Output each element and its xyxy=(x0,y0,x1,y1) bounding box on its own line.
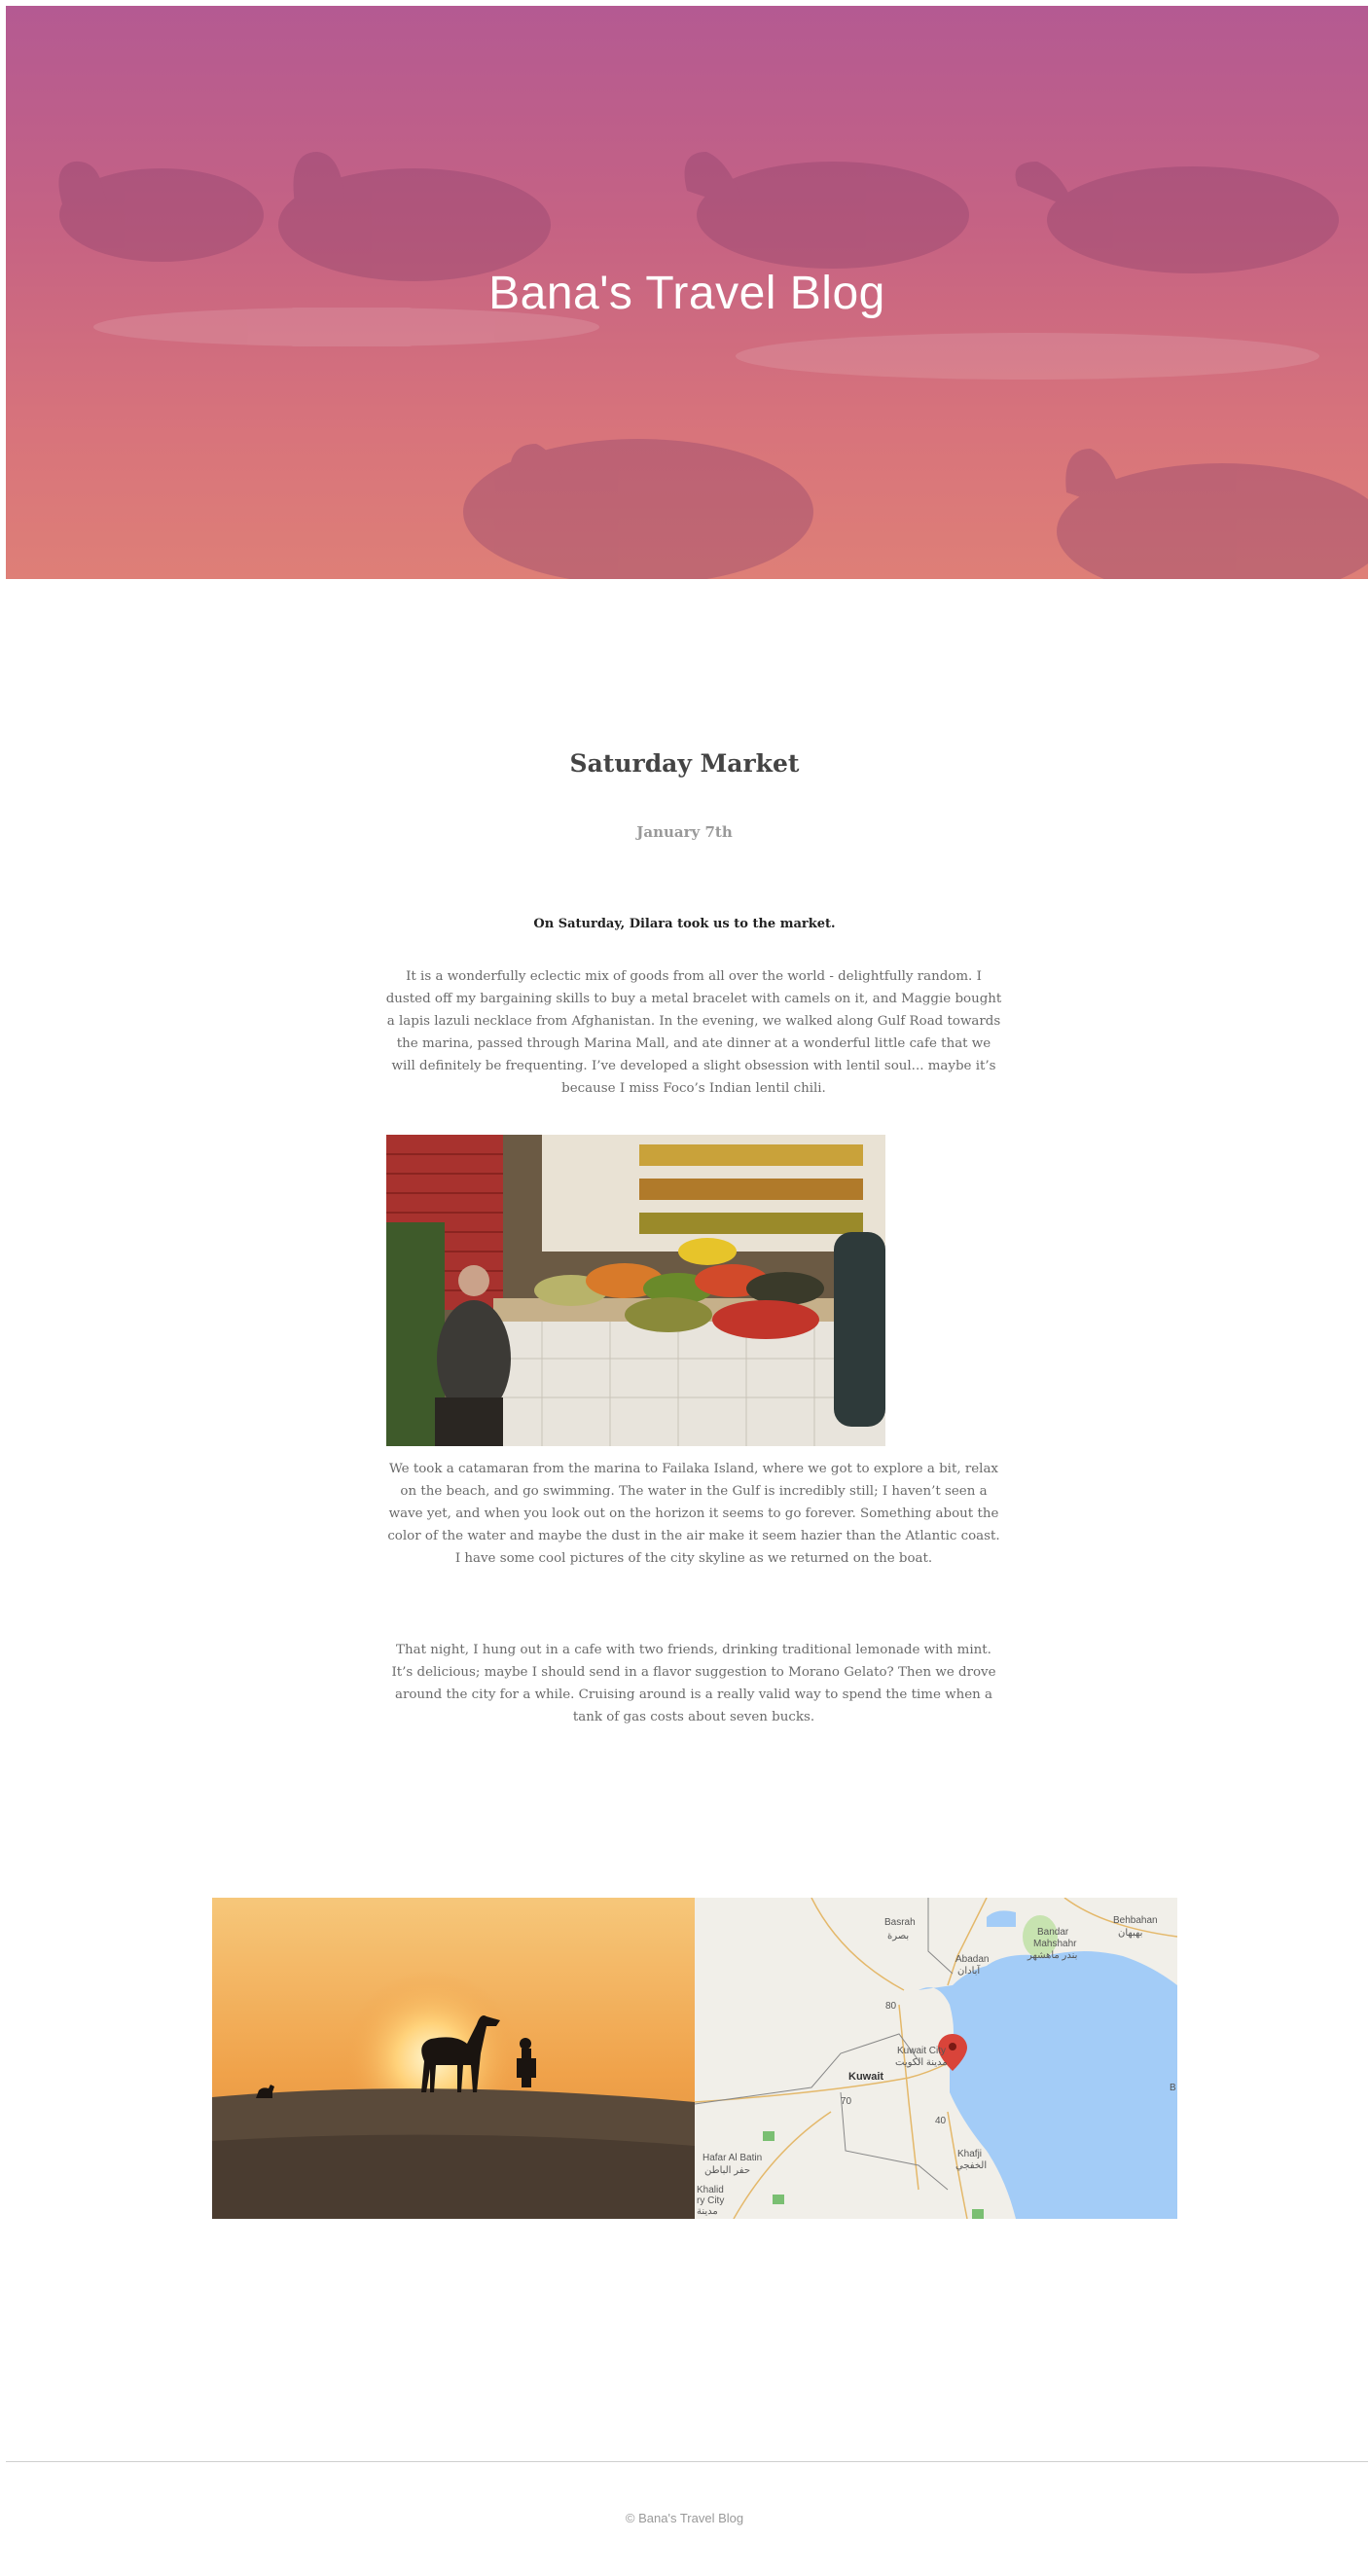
map-label-bandar: Bandar xyxy=(1037,1927,1069,1938)
map-label-khafji: Khafji xyxy=(957,2149,983,2159)
site-title[interactable]: Bana's Travel Blog xyxy=(6,267,1368,320)
map-label-kuwait-city-ar: مدينة الكويت xyxy=(895,2057,948,2068)
post-lead: On Saturday, Dilara took us to the marke… xyxy=(533,917,836,931)
map-label-behbahan-ar: بهبهان xyxy=(1118,1928,1143,1939)
post-paragraph-1: It is a wonderfully eclectic mix of good… xyxy=(385,969,1002,1096)
kuwait-map[interactable]: Basrah بصرة Abadan آبادان Bandar Mahshah… xyxy=(695,1898,1177,2219)
map-label-khalid-ar: مدينة xyxy=(697,2206,718,2217)
map-label-kuwait: Kuwait xyxy=(848,2071,884,2083)
post-title[interactable]: Saturday Market xyxy=(0,749,1369,778)
map-label-basrah-ar: بصرة xyxy=(887,1931,910,1941)
map-label-hafar: Hafar Al Batin xyxy=(703,2153,763,2163)
market-photo xyxy=(386,1135,885,1446)
map-label-basrah: Basrah xyxy=(884,1917,916,1928)
map-label-hafar-ar: حفر الباطن xyxy=(704,2165,750,2176)
map-road-80: 80 xyxy=(885,2001,897,2012)
camel-sunset-photo xyxy=(212,1898,695,2219)
map-label-abadan: Abadan xyxy=(955,1954,990,1965)
map-label-behbahan: Behbahan xyxy=(1113,1915,1158,1926)
map-label-abadan-ar: آبادان xyxy=(957,1966,981,1977)
map-road-40: 40 xyxy=(935,2116,947,2126)
post-paragraph-3: That night, I hung out in a cafe with tw… xyxy=(391,1643,996,1724)
map-label-khafji-ar: الخفجي xyxy=(955,2160,988,2171)
map-label-mahshahr-ar: بندر ماهشهر xyxy=(1027,1950,1078,1961)
post-date: January 7th xyxy=(636,823,733,841)
map-label-kuwait-city: Kuwait City xyxy=(897,2046,947,2056)
map-road-70: 70 xyxy=(841,2096,852,2107)
map-label-edge-b: B xyxy=(1170,2083,1176,2093)
map-label-khalid-city: ry City xyxy=(697,2195,725,2206)
hero-banner: Bana's Travel Blog xyxy=(6,6,1368,579)
map-label-khalid: Khalid xyxy=(697,2185,724,2195)
footer-copyright: © Bana's Travel Blog xyxy=(625,2511,744,2525)
map-label-mahshahr: Mahshahr xyxy=(1033,1939,1077,1949)
footer-divider xyxy=(6,2461,1368,2462)
post-paragraph-2: We took a catamaran from the marina to F… xyxy=(387,1462,1000,1566)
